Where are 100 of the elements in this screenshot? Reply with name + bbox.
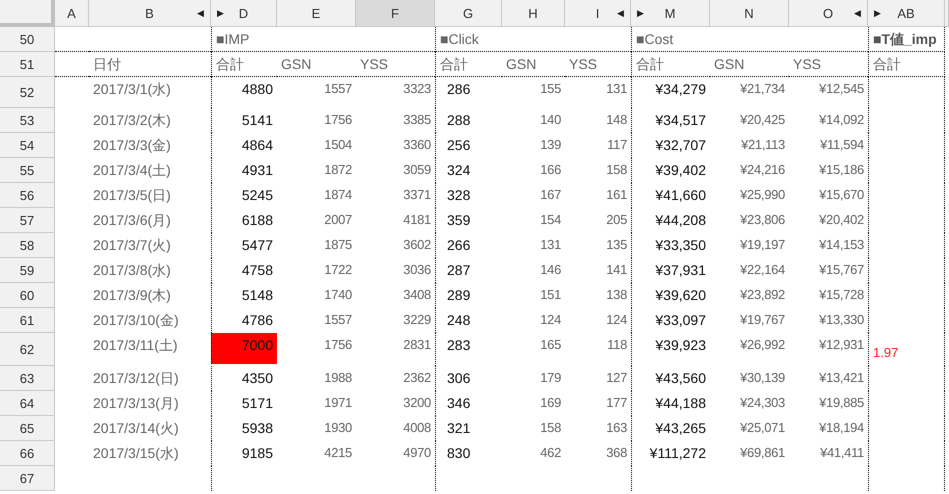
table-cell: 1988 [324,370,352,385]
row-header[interactable]: 66 [0,441,55,466]
row-header[interactable]: 54 [0,133,55,158]
table-cell: ¥19,885 [819,395,864,410]
column-header[interactable]: E [277,0,356,27]
table-cell: ¥14,092 [819,112,864,127]
table-cell: ¥12,931 [819,337,864,352]
column-header[interactable]: ▶ M [631,0,710,27]
date-cell: 2017/3/3(金) [93,137,171,153]
table-cell: ¥23,806 [740,212,785,227]
row-header[interactable]: 51 [0,52,55,77]
expand-columns-button[interactable]: ▶ [637,8,644,18]
table-cell: 1875 [324,237,352,252]
table-cell: 167 [540,187,561,202]
column-header[interactable]: F [356,0,435,27]
table-cell: ¥15,186 [819,162,864,177]
table-cell: ¥43,265 [655,420,706,436]
table-cell: 3036 [403,262,431,277]
table-cell: ¥25,990 [740,187,785,202]
table-cell: 131 [540,237,561,252]
table-cell: 289 [447,287,470,303]
row-header[interactable]: 55 [0,158,55,183]
row-header[interactable]: 58 [0,233,55,258]
table-cell: 4970 [403,445,431,460]
collapse-columns-button[interactable]: ◀ [617,8,624,18]
column-header[interactable]: B ◀ [89,0,211,27]
column-header[interactable]: G [435,0,502,27]
table-cell: 4786 [242,312,273,328]
table-cell: 1557 [324,312,352,327]
row-header[interactable]: 63 [0,366,55,391]
table-cell: ¥41,411 [820,445,864,460]
column-header[interactable]: O ◀ [789,0,868,27]
row-header[interactable]: 53 [0,108,55,133]
expand-columns-button[interactable]: ▶ [217,8,224,18]
table-cell: 165 [540,337,561,352]
table-cell: ¥44,208 [655,212,706,228]
column-header[interactable]: I ◀ [565,0,631,27]
row-header[interactable]: 56 [0,183,55,208]
table-cell: 117 [607,137,627,152]
table-cell: 324 [447,162,470,178]
table-cell: 4931 [242,162,273,178]
column-label: GSN [714,56,744,72]
select-all-corner[interactable] [0,0,55,27]
column-label: YSS [360,56,388,72]
column-header[interactable]: A [55,0,89,27]
table-cell: 158 [606,162,627,177]
table-cell: ¥13,421 [819,370,864,385]
table-cell: 4350 [242,370,273,386]
table-cell: 462 [540,445,561,460]
date-cell: 2017/3/10(金) [93,312,179,328]
table-cell: ¥20,425 [740,112,785,127]
table-cell: 163 [606,420,627,435]
table-cell: 3323 [403,81,431,96]
table-cell: ¥41,660 [655,187,706,203]
table-cell: ¥25,071 [740,420,785,435]
row-header[interactable]: 64 [0,391,55,416]
column-header[interactable]: ▶ D [211,0,277,27]
table-cell: 3371 [403,187,431,202]
table-cell: 179 [540,370,561,385]
table-cell: 131 [606,81,627,96]
table-cell: 5245 [242,187,273,203]
row-header[interactable]: 62 [0,333,55,366]
section-title: ■IMP [216,31,250,47]
row-header[interactable]: 59 [0,258,55,283]
table-cell: ¥24,216 [740,162,785,177]
section-title: ■T値_imp [873,31,937,47]
table-cell: 9185 [242,445,273,461]
table-cell: ¥15,670 [819,187,864,202]
table-cell: ¥24,303 [740,395,785,410]
table-cell: 3602 [403,237,431,252]
table-cell: 1930 [324,420,352,435]
table-cell: ¥12,545 [819,81,864,96]
date-cell: 2017/3/5(日) [93,187,171,203]
date-cell: 2017/3/15(水) [93,445,179,461]
table-cell: 288 [447,112,470,128]
row-header[interactable]: 65 [0,416,55,441]
expand-columns-button[interactable]: ▶ [874,8,881,18]
table-cell: 4181 [403,212,431,227]
row-header[interactable]: 57 [0,208,55,233]
table-cell: 1971 [324,395,352,410]
collapse-columns-button[interactable]: ◀ [854,8,861,18]
column-label: GSN [506,56,536,72]
row-header[interactable]: 60 [0,283,55,308]
row-header[interactable]: 61 [0,308,55,333]
highlighted-cell: 7000 [211,333,277,364]
table-cell: ¥20,402 [819,212,864,227]
table-cell: 141 [606,262,627,277]
table-cell: 138 [606,287,627,302]
table-cell: 161 [606,187,627,202]
column-header[interactable]: H [502,0,565,27]
collapse-columns-button[interactable]: ◀ [197,8,204,18]
column-header[interactable]: ▶ AB [868,0,945,27]
row-header[interactable]: 67 [0,466,55,491]
row-header[interactable]: 52 [0,77,55,108]
column-header[interactable]: N [710,0,789,27]
table-cell: 139 [540,137,561,152]
row-header[interactable]: 50 [0,27,55,52]
table-cell: ¥21,734 [740,81,785,96]
table-cell: 321 [447,420,470,436]
column-label: YSS [569,56,598,72]
